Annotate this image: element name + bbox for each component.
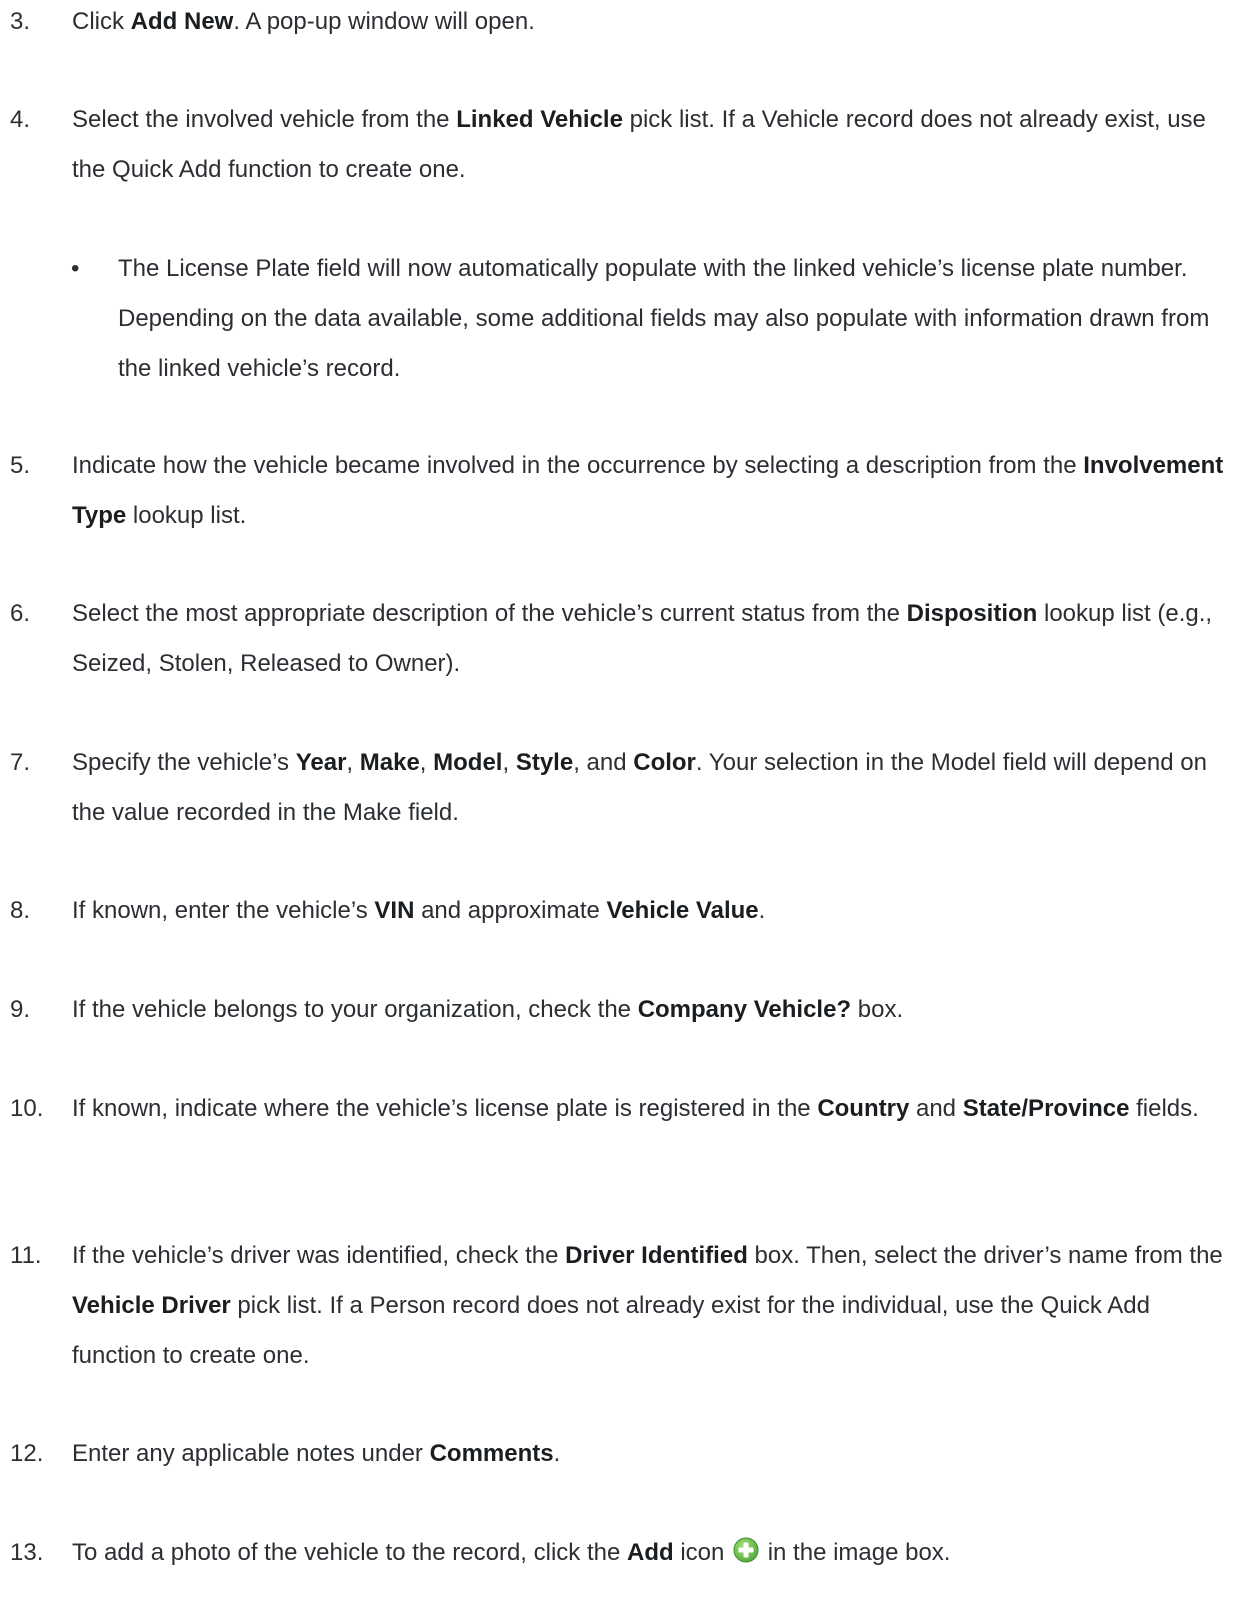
step-text-run: Indicate how the vehicle became involved… xyxy=(72,452,1084,479)
step-8: 8. If known, enter the vehicle’s VIN and… xyxy=(0,886,1240,936)
bullet-text-run: The License Plate field will now automat… xyxy=(118,255,1210,382)
bullet-text: The License Plate field will now automat… xyxy=(118,244,1240,394)
step-13: 13. To add a photo of the vehicle to the… xyxy=(0,1528,1240,1578)
step-text-run: If known, indicate where the vehicle’s l… xyxy=(72,1095,818,1122)
step-text-run: fields. xyxy=(1129,1095,1199,1122)
bullet-license-plate: • The License Plate field will now autom… xyxy=(0,244,1240,394)
ui-term-comments: Comments xyxy=(429,1440,554,1467)
step-text-run: box. xyxy=(851,996,904,1023)
step-number: 7. xyxy=(10,749,31,776)
step-number: 5. xyxy=(10,452,31,479)
step-text: Specify the vehicle’s Year, Make, Model,… xyxy=(72,738,1240,838)
step-text: If the vehicle belongs to your organizat… xyxy=(72,985,1240,1035)
step-text: Select the most appropriate description … xyxy=(72,589,1240,689)
ui-term-add-new: Add New xyxy=(130,8,234,35)
step-text-run: Enter any applicable notes under xyxy=(72,1440,430,1467)
ui-term-add: Add xyxy=(627,1539,674,1566)
ui-term-linked-vehicle: Linked Vehicle xyxy=(456,106,623,133)
step-10: 10. If known, indicate where the vehicle… xyxy=(0,1084,1240,1134)
ui-term-company-vehicle: Company Vehicle? xyxy=(637,996,852,1023)
step-number: 12. xyxy=(10,1440,44,1467)
ui-term-vehicle-driver: Vehicle Driver xyxy=(72,1292,231,1319)
ui-term-vin: VIN xyxy=(374,897,415,924)
ui-term-style: Style xyxy=(515,749,574,776)
step-7: 7. Specify the vehicle’s Year, Make, Mod… xyxy=(0,738,1240,838)
document-page: 3. Click Add New. A pop-up window will o… xyxy=(0,0,1249,1615)
step-text-run: . A pop-up window will open. xyxy=(233,8,535,35)
step-text-run: , xyxy=(419,749,434,776)
step-text: If known, enter the vehicle’s VIN and ap… xyxy=(72,886,1240,936)
ui-term-year: Year xyxy=(295,749,347,776)
step-text-run: If the vehicle’s driver was identified, … xyxy=(72,1242,566,1269)
step-text: If the vehicle’s driver was identified, … xyxy=(72,1231,1240,1381)
step-text-run: box. Then, select the driver’s name from… xyxy=(747,1242,1223,1269)
step-number: 10. xyxy=(10,1095,44,1122)
step-11: 11. If the vehicle’s driver was identifi… xyxy=(0,1231,1240,1381)
step-9: 9. If the vehicle belongs to your organi… xyxy=(0,985,1240,1035)
step-text-run: and xyxy=(909,1095,963,1122)
step-text-run: pick list. If a Person record does not a… xyxy=(72,1292,1150,1369)
step-3: 3. Click Add New. A pop-up window will o… xyxy=(0,0,1240,47)
step-number: 8. xyxy=(10,897,31,924)
step-number: 13. xyxy=(10,1539,44,1566)
ui-term-color: Color xyxy=(633,749,696,776)
ui-term-driver-identified: Driver Identified xyxy=(565,1242,748,1269)
step-number: 9. xyxy=(10,996,31,1023)
ui-term-disposition: Disposition xyxy=(906,600,1038,627)
bullet-dot-icon: • xyxy=(71,255,80,282)
step-text-run: and approximate xyxy=(414,897,607,924)
step-text: Select the involved vehicle from the Lin… xyxy=(72,95,1240,195)
step-text-run: Click xyxy=(72,8,131,35)
step-text: Indicate how the vehicle became involved… xyxy=(72,441,1240,541)
step-text-run: If the vehicle belongs to your organizat… xyxy=(72,996,638,1023)
step-number: 11. xyxy=(10,1242,42,1269)
step-text-run: If known, enter the vehicle’s xyxy=(72,897,375,924)
step-text-run: , and xyxy=(573,749,634,776)
step-text-run: , xyxy=(346,749,360,776)
step-text-run: in the image box. xyxy=(761,1539,951,1566)
ui-term-country: Country xyxy=(817,1095,910,1122)
step-text: Click Add New. A pop-up window will open… xyxy=(72,0,1240,47)
step-text: If known, indicate where the vehicle’s l… xyxy=(72,1084,1240,1134)
step-text-run: Select the most appropriate description … xyxy=(72,600,907,627)
step-number: 4. xyxy=(10,106,31,133)
step-number: 3. xyxy=(10,8,31,35)
step-5: 5. Indicate how the vehicle became invol… xyxy=(0,441,1240,541)
step-text-run: icon xyxy=(673,1539,732,1566)
step-12: 12. Enter any applicable notes under Com… xyxy=(0,1429,1240,1479)
ui-term-model: Model xyxy=(433,749,503,776)
step-text-run: Specify the vehicle’s xyxy=(72,749,296,776)
step-text-run: Select the involved vehicle from the xyxy=(72,106,457,133)
step-text: Enter any applicable notes under Comment… xyxy=(72,1429,1240,1479)
step-text-run: . xyxy=(553,1440,561,1467)
step-text: To add a photo of the vehicle to the rec… xyxy=(72,1528,1240,1578)
step-4: 4. Select the involved vehicle from the … xyxy=(0,95,1240,195)
step-text-run: . xyxy=(758,897,766,924)
ui-term-state-province: State/Province xyxy=(962,1095,1130,1122)
ui-term-make: Make xyxy=(359,749,420,776)
ui-term-vehicle-value: Vehicle Value xyxy=(606,897,759,924)
add-icon xyxy=(733,1537,759,1563)
step-text-run: lookup list. xyxy=(126,502,247,529)
step-number: 6. xyxy=(10,600,31,627)
step-text-run: , xyxy=(502,749,516,776)
step-6: 6. Select the most appropriate descripti… xyxy=(0,589,1240,689)
step-text-run: To add a photo of the vehicle to the rec… xyxy=(72,1539,627,1566)
